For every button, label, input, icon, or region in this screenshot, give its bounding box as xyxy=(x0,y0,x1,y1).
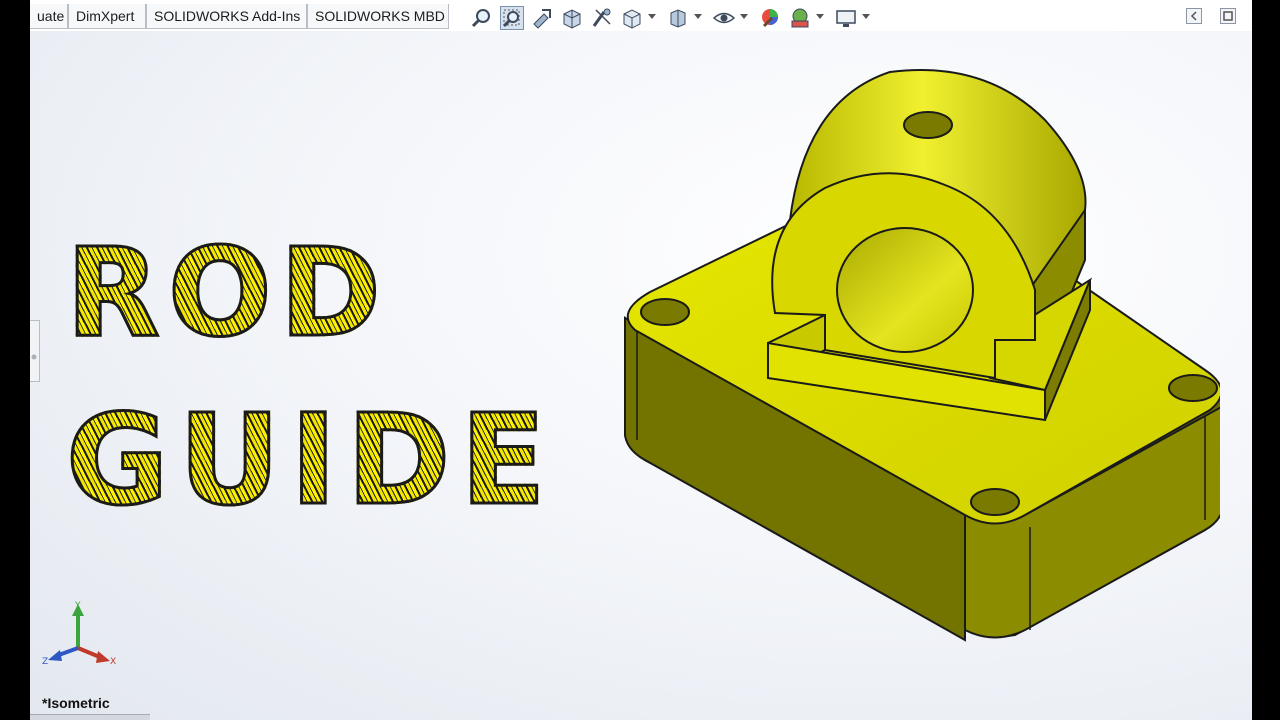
heads-up-view-toolbar xyxy=(468,4,908,32)
dynamic-annotation-icon[interactable] xyxy=(590,6,614,30)
triad-y-label: Y xyxy=(74,601,81,611)
view-settings-icon[interactable] xyxy=(834,6,858,30)
hide-show-chevron-down-icon[interactable] xyxy=(740,14,748,19)
previous-view-icon[interactable] xyxy=(530,6,554,30)
collapse-panel-icon[interactable] xyxy=(1186,8,1202,24)
panel-flyout-handle[interactable] xyxy=(30,320,40,382)
view-settings-chevron-down-icon[interactable] xyxy=(862,14,870,19)
triad-z-label: Z xyxy=(42,657,48,667)
graphics-area[interactable]: uate DimXpert SOLIDWORKS Add-Ins SOLIDWO… xyxy=(30,0,1252,720)
title-line-2: GUIDE xyxy=(65,388,556,533)
triad-x-label: X xyxy=(110,657,116,667)
view-orientation-label: *Isometric xyxy=(42,695,110,711)
title-line-1: ROD xyxy=(65,222,389,364)
section-view-icon[interactable] xyxy=(560,6,584,30)
view-orientation-chevron-down-icon[interactable] xyxy=(648,14,656,19)
tab-solidworks-mbd[interactable]: SOLIDWORKS MBD xyxy=(307,4,449,29)
zoom-to-fit-icon[interactable] xyxy=(470,6,494,30)
tab-solidworks-add-ins[interactable]: SOLIDWORKS Add-Ins xyxy=(146,4,307,29)
display-style-icon[interactable] xyxy=(666,6,690,30)
rod-guide-model[interactable] xyxy=(585,60,1220,660)
apply-scene-icon[interactable] xyxy=(788,6,812,30)
hide-show-items-icon[interactable] xyxy=(712,6,736,30)
edit-appearance-icon[interactable] xyxy=(758,6,782,30)
tab-dimxpert[interactable]: DimXpert xyxy=(68,4,146,29)
tab-evaluate[interactable]: uate xyxy=(30,4,68,29)
apply-scene-chevron-down-icon[interactable] xyxy=(816,14,824,19)
view-orientation-icon[interactable] xyxy=(620,6,644,30)
display-style-chevron-down-icon[interactable] xyxy=(694,14,702,19)
coordinate-triad: Y X Z xyxy=(42,601,116,667)
bottom-tab-strip[interactable] xyxy=(30,714,150,720)
zoom-to-area-icon[interactable] xyxy=(500,6,524,30)
restore-window-icon[interactable] xyxy=(1220,8,1236,24)
